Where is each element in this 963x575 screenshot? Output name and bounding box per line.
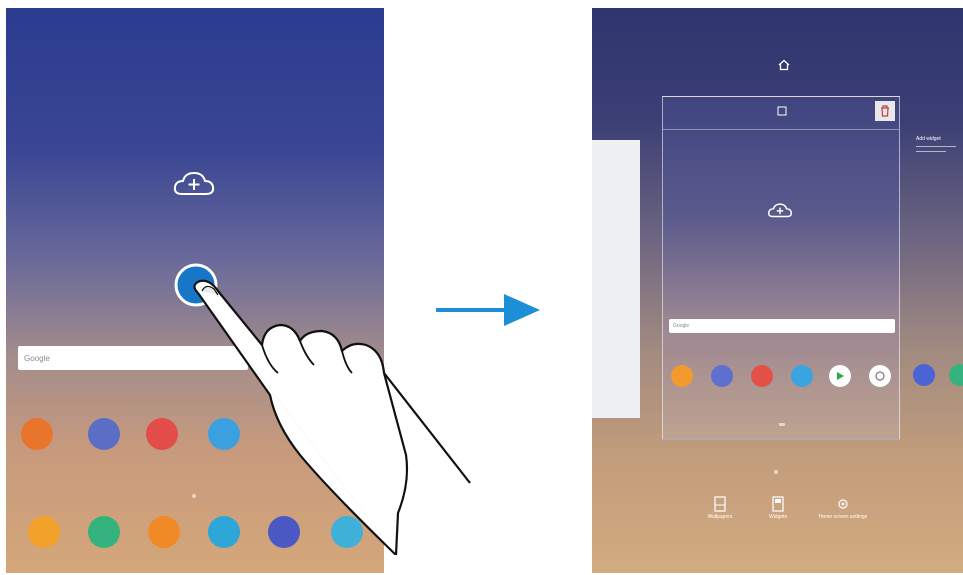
current-page-preview[interactable]: Google [662, 96, 900, 440]
app-icon-6[interactable] [869, 365, 891, 387]
wallpapers-button[interactable]: Wallpapers [700, 496, 740, 520]
search-placeholder: Google [24, 353, 50, 363]
calendar-icon[interactable] [88, 418, 120, 450]
my-files-icon[interactable] [28, 516, 60, 548]
app-icon-1[interactable] [671, 365, 693, 387]
widgets-icon [772, 496, 784, 512]
wallpapers-icon [714, 496, 726, 512]
left-page-preview[interactable] [592, 140, 640, 418]
edit-page-indicator [774, 470, 778, 474]
home-icon[interactable] [778, 58, 790, 76]
app-icon-4[interactable] [791, 365, 813, 387]
card-page-indicator [779, 423, 785, 426]
card-search-placeholder: Google [673, 323, 690, 329]
cloud-add-icon[interactable] [172, 168, 216, 203]
home-screen-settings-label: Home screen settings [818, 514, 868, 520]
right-page-preview[interactable]: Add widget [912, 130, 963, 170]
delete-page-icon[interactable] [875, 101, 895, 121]
home-page-icon[interactable] [777, 103, 787, 121]
widgets-label: Widgets [768, 514, 788, 520]
app-icon-2[interactable] [711, 365, 733, 387]
app-icon-3[interactable] [751, 365, 773, 387]
play-store-icon[interactable] [829, 365, 851, 387]
right-card-title: Add widget [916, 136, 941, 142]
phone-icon[interactable] [88, 516, 120, 548]
transition-arrow-icon [436, 290, 541, 335]
messages-icon[interactable] [913, 364, 935, 386]
settings-gear-icon [838, 499, 848, 509]
home-screen-settings-button[interactable]: Home screen settings [816, 496, 870, 520]
cloud-add-icon-small[interactable] [767, 201, 793, 224]
card-google-search-bar[interactable]: Google [669, 319, 895, 333]
wallpapers-label: Wallpapers [707, 514, 733, 520]
widgets-button[interactable]: Widgets [758, 496, 798, 520]
galaxy-apps-icon[interactable] [21, 418, 53, 450]
